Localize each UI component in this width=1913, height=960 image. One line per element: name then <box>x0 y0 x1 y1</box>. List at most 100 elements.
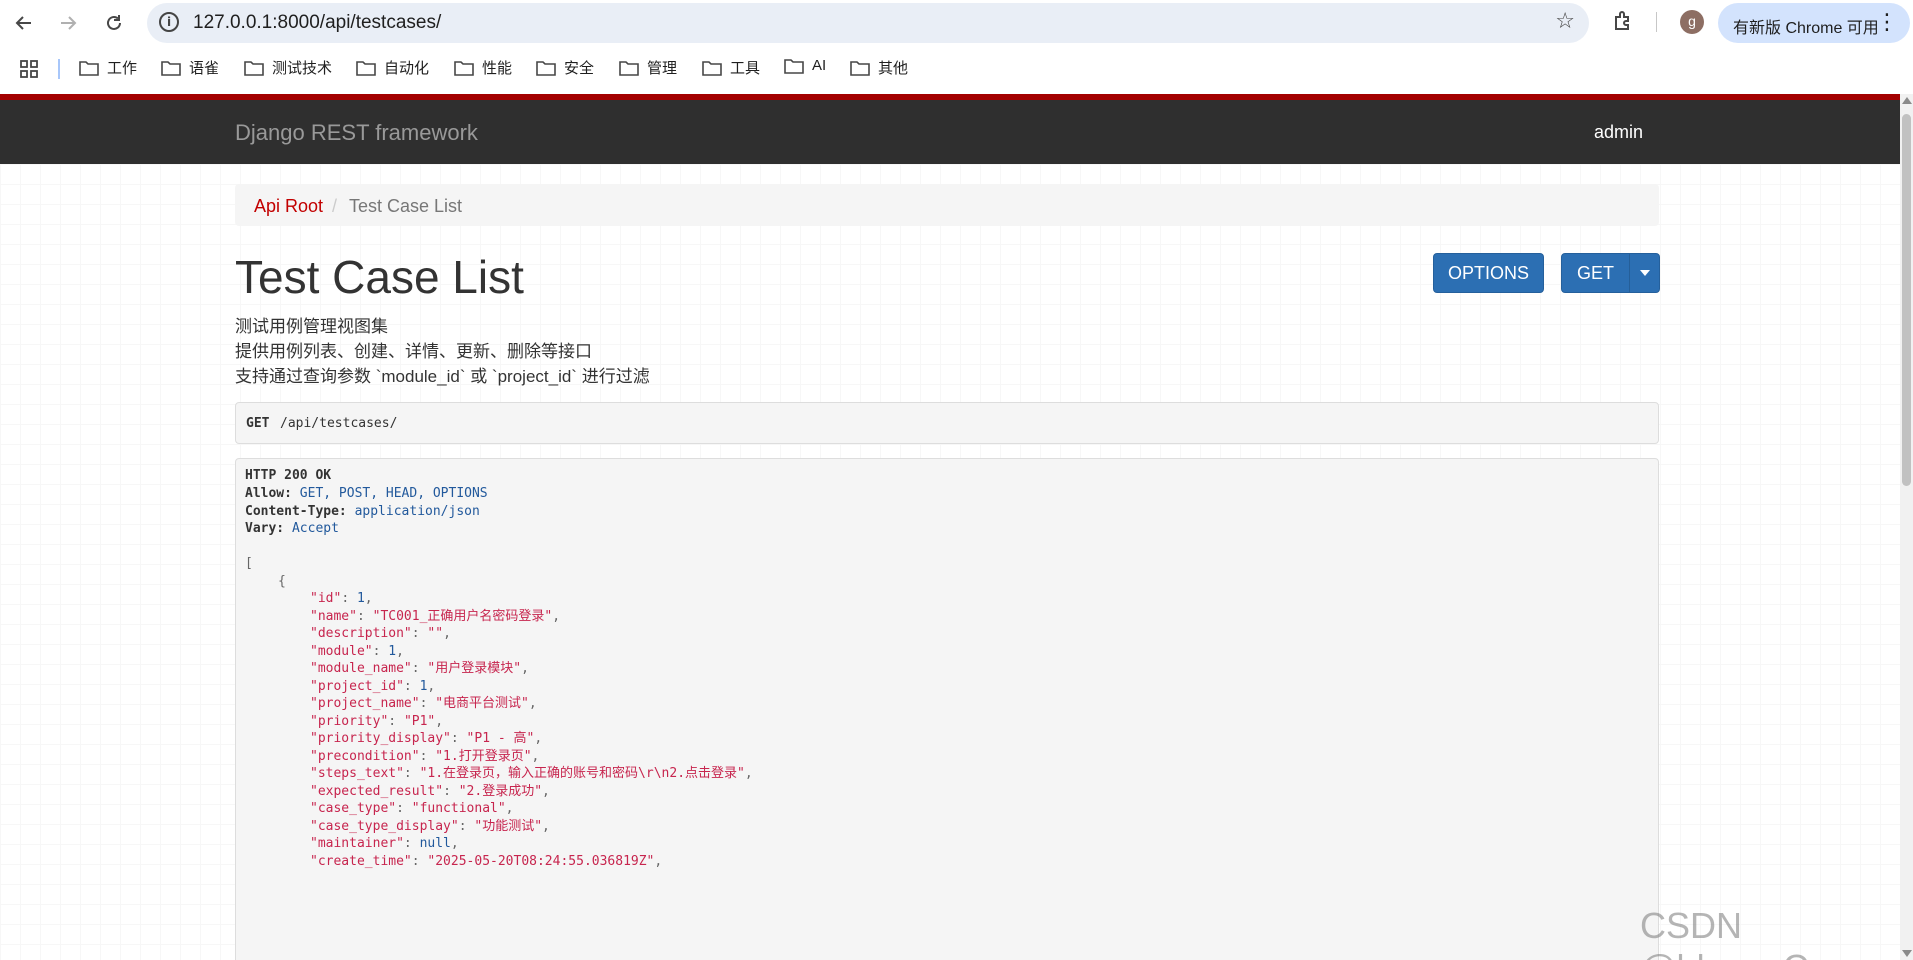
site-info-icon[interactable]: i <box>159 12 179 32</box>
url-text[interactable]: 127.0.0.1:8000/api/testcases/ <box>193 12 441 34</box>
json-value: "" <box>427 626 444 641</box>
json-value: "电商平台测试" <box>435 696 529 711</box>
json-value: null <box>419 836 451 851</box>
folder-icon <box>619 60 639 76</box>
json-value: "TC001_正确用户名密码登录" <box>372 608 553 624</box>
description-line: 支持通过查询参数 `module_id` 或 `project_id` 进行过滤 <box>235 367 650 386</box>
page-scrollbar[interactable] <box>1900 94 1913 960</box>
description-line: 提供用例列表、创建、详情、更新、删除等接口 <box>235 342 592 361</box>
back-arrow-icon[interactable] <box>10 9 38 37</box>
bookmark-folder[interactable]: 工具 <box>702 57 760 78</box>
apps-grid-icon[interactable] <box>20 60 38 78</box>
request-method: GET <box>246 416 270 431</box>
bookmark-folder[interactable]: 性能 <box>454 57 512 78</box>
caret-down-icon[interactable] <box>1640 270 1650 276</box>
bookmark-folder[interactable]: 管理 <box>619 57 677 78</box>
breadcrumb: Api Root / Test Case List <box>235 184 1659 226</box>
chrome-update-button[interactable]: 有新版 Chrome 可用 ⋮ <box>1718 3 1910 43</box>
navbar: Django REST framework admin <box>0 100 1900 164</box>
folder-icon <box>784 58 804 74</box>
json-value: "P1" <box>403 713 436 729</box>
response-info: HTTP 200 OK Allow: GET, POST, HEAD, OPTI… <box>235 458 1659 960</box>
json-value: 1 <box>356 591 365 606</box>
description-line: 测试用例管理视图集 <box>235 317 388 336</box>
bookmark-label: 其他 <box>878 60 909 77</box>
toolbar-divider <box>1656 12 1657 32</box>
json-value: "1.打开登录页" <box>435 748 532 764</box>
scrollbar-thumb[interactable] <box>1902 114 1911 486</box>
address-bar[interactable]: i 127.0.0.1:8000/api/testcases/ ☆ <box>147 3 1589 43</box>
header-key: Vary: <box>245 521 285 536</box>
folder-icon <box>79 60 99 76</box>
browser-toolbar: i 127.0.0.1:8000/api/testcases/ ☆ g 有新版 … <box>0 0 1913 46</box>
view-description: 测试用例管理视图集 提供用例列表、创建、详情、更新、删除等接口 支持通过查询参数… <box>235 314 650 389</box>
user-menu[interactable]: admin <box>1594 122 1643 143</box>
bookmark-label: 测试技术 <box>272 60 333 77</box>
folder-icon <box>244 60 264 76</box>
folder-icon <box>356 60 376 76</box>
bookmarks-divider <box>58 59 60 79</box>
json-key: "create_time" <box>310 853 412 869</box>
json-value: "功能测试" <box>474 818 543 834</box>
bookmark-folder[interactable]: 其他 <box>850 57 908 78</box>
bookmark-label: AI <box>812 57 827 74</box>
json-value: "functional" <box>411 801 506 816</box>
button-divider <box>1629 254 1630 292</box>
profile-avatar[interactable]: g <box>1680 10 1704 34</box>
json-key: "id" <box>310 591 342 606</box>
bookmarks-bar: 工作 语雀 测试技术 自动化 性能 安全 管理 工具 AI 其他 <box>0 56 1913 82</box>
json-open-brace: { <box>278 574 286 589</box>
update-label: 有新版 Chrome 可用 <box>1733 20 1879 37</box>
request-info: GET /api/testcases/ <box>235 402 1659 444</box>
bookmark-folder[interactable]: 语雀 <box>161 57 219 78</box>
folder-icon <box>850 60 870 76</box>
json-key: "priority_display" <box>310 731 451 746</box>
bookmark-folder[interactable]: 测试技术 <box>244 57 332 78</box>
json-field: "create_time": "2025-05-20T08:24:55.0368… <box>310 853 663 869</box>
more-menu-icon[interactable]: ⋮ <box>1876 11 1898 33</box>
bookmark-label: 管理 <box>647 60 678 77</box>
json-value: "P1 - 高" <box>466 731 535 746</box>
json-key: "expected_result" <box>310 783 444 799</box>
json-key: "project_name" <box>310 696 420 711</box>
folder-icon <box>702 60 722 76</box>
bookmark-label: 性能 <box>482 60 513 77</box>
watermark: CSDN @blues_C <box>1640 905 1809 960</box>
bookmark-folder[interactable]: 自动化 <box>356 57 429 78</box>
bookmark-label: 自动化 <box>384 60 430 77</box>
bookmark-label: 工作 <box>107 60 138 77</box>
breadcrumb-current: Test Case List <box>349 196 463 216</box>
header-key: Content-Type: <box>245 504 347 519</box>
folder-icon <box>454 60 474 76</box>
scroll-down-arrow-icon[interactable] <box>1902 950 1912 957</box>
get-button-label[interactable]: GET <box>1577 263 1614 284</box>
request-path: /api/testcases/ <box>280 416 398 431</box>
json-value: "用户登录模块" <box>427 661 522 676</box>
header-value: Accept <box>291 521 339 536</box>
bookmark-folder[interactable]: AI <box>784 57 826 74</box>
folder-icon <box>536 60 556 76</box>
bookmark-folder[interactable]: 安全 <box>536 57 594 78</box>
json-key: "name" <box>310 608 357 624</box>
bookmark-star-icon[interactable]: ☆ <box>1555 8 1575 34</box>
brand-link[interactable]: Django REST framework <box>235 120 478 146</box>
scroll-up-arrow-icon[interactable] <box>1902 97 1912 104</box>
forward-arrow-icon[interactable] <box>54 9 82 37</box>
folder-icon <box>161 60 181 76</box>
get-button[interactable]: GET <box>1561 253 1660 293</box>
options-button[interactable]: OPTIONS <box>1433 253 1544 293</box>
breadcrumb-api-root[interactable]: Api Root <box>254 196 323 217</box>
reload-icon[interactable] <box>100 9 128 37</box>
json-key: "steps_text" <box>310 766 404 781</box>
page-content: Django REST framework admin Api Root / T… <box>0 94 1900 960</box>
bookmark-folder[interactable]: 工作 <box>79 57 137 78</box>
extensions-icon[interactable] <box>1612 9 1636 33</box>
response-header: Vary: Accept <box>245 518 339 539</box>
json-key: "project_id" <box>310 678 404 694</box>
json-key: "priority" <box>310 713 389 729</box>
page-title: Test Case List <box>235 251 524 303</box>
json-open-bracket: [ <box>245 556 253 571</box>
bookmark-label: 语雀 <box>189 60 220 77</box>
bookmark-label: 安全 <box>564 60 595 77</box>
json-key: "module_name" <box>310 661 412 676</box>
